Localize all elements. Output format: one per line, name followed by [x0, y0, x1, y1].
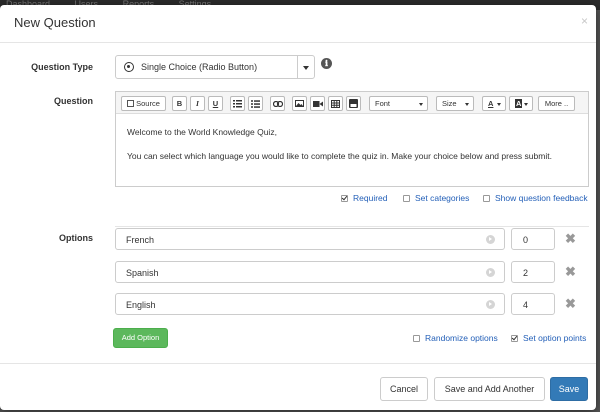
checkbox-icon — [413, 335, 420, 342]
randomize-options-checkbox[interactable]: Randomize options — [413, 333, 498, 343]
chevron-down-icon[interactable] — [297, 56, 314, 78]
info-icon[interactable]: ℹ — [321, 58, 332, 69]
option-points-value: 0 — [523, 235, 529, 245]
more-button[interactable]: More .. — [538, 96, 575, 111]
option-text: French — [126, 235, 155, 245]
option-points-value: 4 — [523, 300, 529, 310]
italic-button[interactable]: I — [190, 96, 205, 111]
source-label: Source — [136, 99, 160, 108]
source-icon — [127, 100, 135, 107]
add-option-button[interactable]: Add Option — [113, 328, 168, 348]
checkbox-icon — [403, 195, 410, 202]
question-text-line-1: Welcome to the World Knowledge Quiz, — [127, 127, 277, 137]
option-points-value: 2 — [523, 268, 529, 278]
save-button[interactable]: Save — [550, 377, 588, 401]
set-categories-checkbox[interactable]: Set categories — [403, 193, 469, 203]
bg-color-button[interactable]: A — [509, 96, 533, 111]
option-text: Spanish — [126, 268, 159, 278]
font-color-label: A — [488, 99, 494, 108]
set-categories-label: Set categories — [415, 193, 470, 203]
show-feedback-label: Show question feedback — [495, 193, 588, 203]
delete-option-icon[interactable]: ✖ — [565, 231, 576, 247]
question-type-label: Question Type — [31, 62, 93, 72]
modal-title: New Question — [14, 15, 96, 30]
option-input-2[interactable]: English — [115, 293, 505, 315]
delete-option-icon[interactable]: ✖ — [565, 264, 576, 280]
radio-button-icon — [124, 62, 134, 72]
chevron-right-icon[interactable] — [486, 235, 495, 244]
font-color-button[interactable]: A — [482, 96, 506, 111]
question-type-select[interactable]: Single Choice (Radio Button) — [115, 55, 315, 79]
editor-toolbar: Source B I U Font Size A A More .. — [116, 92, 588, 114]
question-label: Question — [53, 96, 93, 106]
option-text: English — [126, 300, 156, 310]
numbered-list-icon[interactable] — [230, 96, 245, 111]
font-dropdown[interactable]: Font — [369, 96, 428, 111]
size-dropdown[interactable]: Size — [436, 96, 474, 111]
required-checkbox[interactable]: Required — [341, 193, 388, 203]
size-label: Size — [442, 99, 457, 108]
randomize-options-label: Randomize options — [425, 333, 498, 343]
option-points-2[interactable]: 4 — [511, 293, 555, 315]
font-label: Font — [375, 99, 391, 108]
set-option-points-label: Set option points — [523, 333, 587, 343]
video-icon[interactable] — [310, 96, 325, 111]
bold-button[interactable]: B — [172, 96, 187, 111]
option-input-1[interactable]: Spanish — [115, 261, 505, 283]
question-text-line-2: You can select which language you would … — [127, 151, 552, 161]
youtube-icon[interactable] — [346, 96, 361, 111]
chevron-down-icon — [524, 103, 528, 106]
modal-footer-divider — [0, 363, 596, 364]
show-feedback-checkbox[interactable]: Show question feedback — [483, 193, 588, 203]
save-and-add-another-button[interactable]: Save and Add Another — [434, 377, 545, 401]
options-label: Options — [59, 233, 93, 243]
chevron-right-icon[interactable] — [486, 268, 495, 277]
image-icon[interactable] — [292, 96, 307, 111]
checkbox-icon — [483, 195, 490, 202]
delete-option-icon[interactable]: ✖ — [565, 296, 576, 312]
bg-color-label: A — [515, 99, 523, 108]
option-points-0[interactable]: 0 — [511, 228, 555, 250]
editor-content[interactable]: Welcome to the World Knowledge Quiz, You… — [127, 126, 552, 174]
required-label: Required — [353, 193, 388, 203]
underline-button[interactable]: U — [208, 96, 223, 111]
table-icon[interactable] — [328, 96, 343, 111]
link-icon[interactable] — [270, 96, 285, 111]
bullet-list-icon[interactable] — [248, 96, 263, 111]
new-question-modal: New Question × Question Type Single Choi… — [0, 5, 596, 410]
chevron-right-icon[interactable] — [486, 300, 495, 309]
set-option-points-checkbox[interactable]: Set option points — [511, 333, 586, 343]
option-points-1[interactable]: 2 — [511, 261, 555, 283]
chevron-down-icon — [465, 103, 469, 106]
question-type-selected: Single Choice (Radio Button) — [141, 62, 258, 72]
section-divider — [115, 226, 589, 227]
chevron-down-icon — [419, 103, 423, 106]
option-input-0[interactable]: French — [115, 228, 505, 250]
source-button[interactable]: Source — [121, 96, 166, 111]
close-icon[interactable]: × — [581, 14, 588, 28]
chevron-down-icon — [497, 103, 501, 106]
checkbox-checked-icon — [511, 335, 518, 342]
modal-header: New Question × — [0, 5, 596, 43]
question-editor[interactable]: Source B I U Font Size A A More .. Welco… — [115, 91, 589, 187]
checkbox-checked-icon — [341, 195, 348, 202]
cancel-button[interactable]: Cancel — [380, 377, 428, 401]
